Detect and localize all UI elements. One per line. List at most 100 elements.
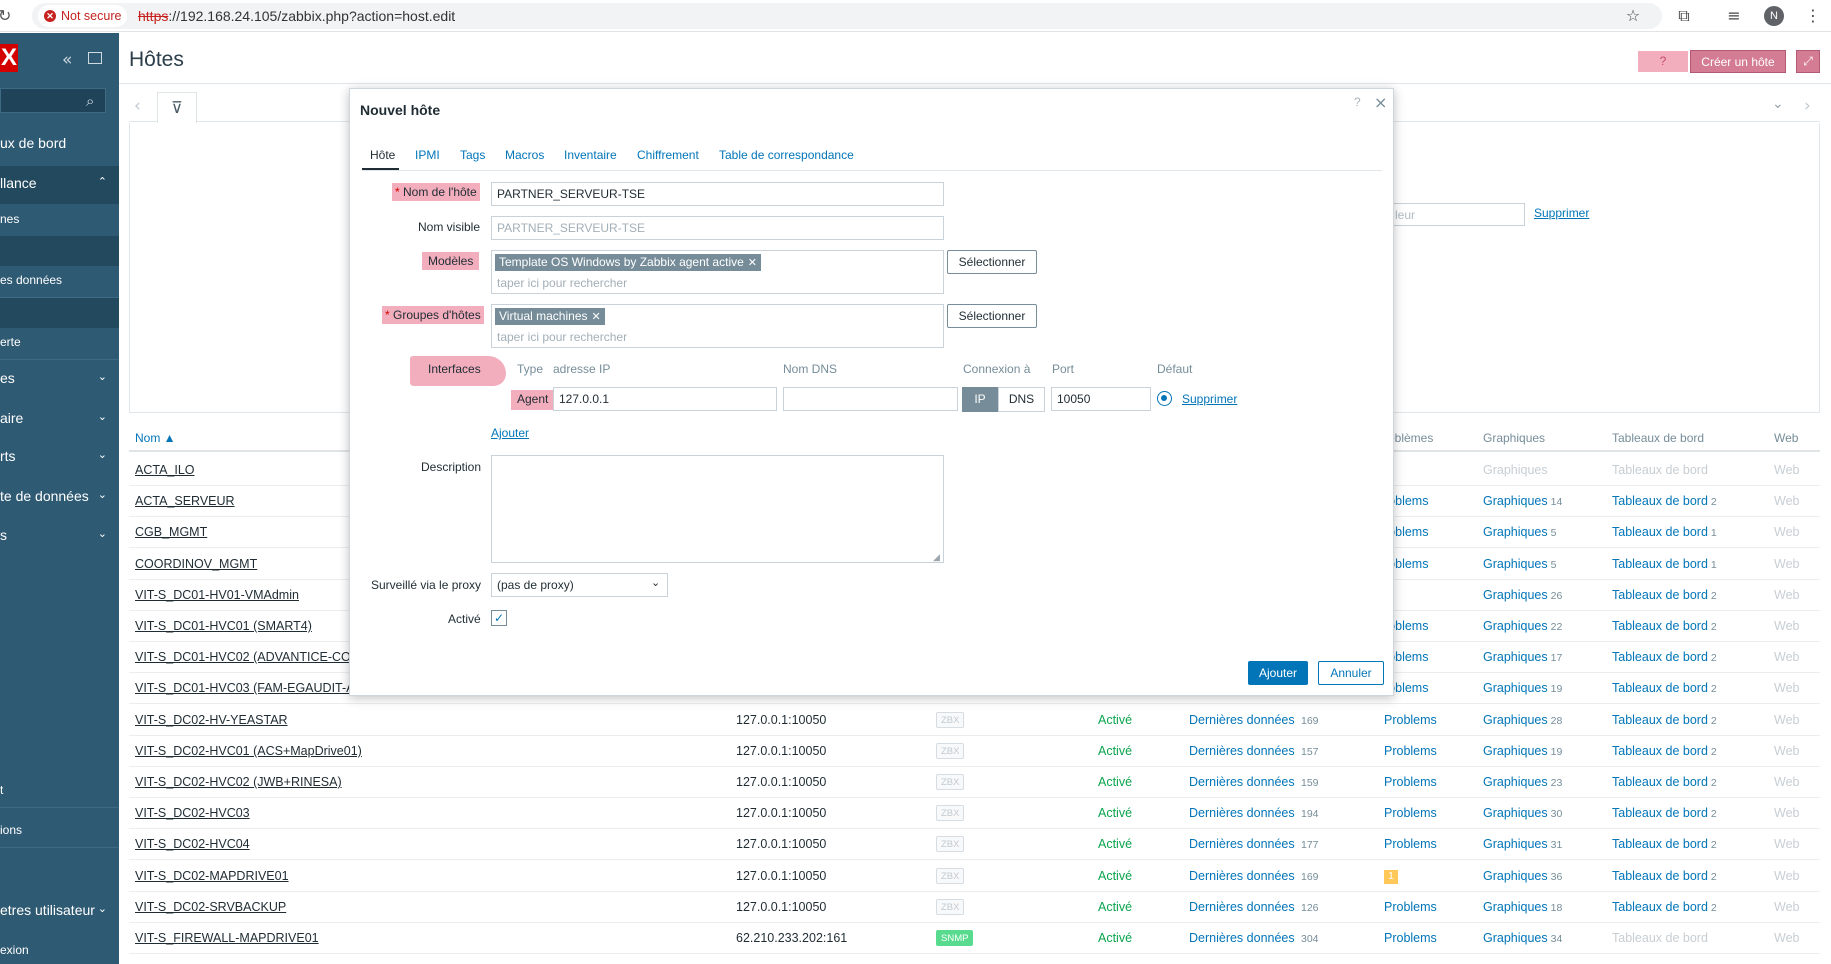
default-interface-radio[interactable] bbox=[1157, 391, 1172, 406]
latest-data-link[interactable]: Dernières données bbox=[1189, 931, 1295, 945]
sidebar-item-5[interactable] bbox=[0, 304, 119, 324]
host-name-link[interactable]: VIT-S_DC02-HVC01 (ACS+MapDrive01) bbox=[135, 744, 362, 758]
dashboards-link[interactable]: Tableaux de bord 2 bbox=[1612, 806, 1717, 820]
dashboards-link[interactable]: Tableaux de bord 2 bbox=[1612, 713, 1717, 727]
dashboards-link[interactable]: Tableaux de bord 2 bbox=[1612, 900, 1717, 914]
select-groups-button[interactable]: Sélectionner bbox=[947, 304, 1037, 328]
web-link[interactable]: Web bbox=[1774, 557, 1799, 571]
url-text[interactable]: https://192.168.24.105/zabbix.php?action… bbox=[138, 8, 455, 24]
dashboards-link[interactable]: Tableaux de bord 2 bbox=[1612, 681, 1717, 695]
chevron-icon[interactable]: ⌄ bbox=[98, 527, 107, 540]
sidebar-item-0[interactable]: ux de bord bbox=[0, 135, 119, 155]
problems-link[interactable]: Problems bbox=[1384, 806, 1437, 820]
sidebar-item-3[interactable] bbox=[0, 242, 119, 262]
dashboards-link[interactable]: Tableaux de bord 2 bbox=[1612, 588, 1717, 602]
tab-inventory[interactable]: Inventaire bbox=[564, 148, 617, 162]
security-indicator[interactable]: ✕ Not secure bbox=[38, 5, 128, 27]
tab-tags[interactable]: Tags bbox=[460, 148, 485, 162]
host-groups-multiselect[interactable]: Virtual machines ✕ taper ici pour recherc… bbox=[491, 304, 944, 348]
status-link[interactable]: Activé bbox=[1098, 900, 1132, 914]
graphs-link[interactable]: Graphiques 30 bbox=[1483, 806, 1562, 820]
host-name-link[interactable]: CGB_MGMT bbox=[135, 525, 207, 539]
chevron-icon[interactable]: ⌄ bbox=[98, 488, 107, 501]
latest-data-link[interactable]: Dernières données bbox=[1189, 713, 1295, 727]
problems-count-badge[interactable]: 1 bbox=[1384, 870, 1398, 884]
host-name-link[interactable]: VIT-S_DC02-HVC03 bbox=[135, 806, 250, 820]
select-templates-button[interactable]: Sélectionner bbox=[947, 250, 1037, 274]
web-link[interactable]: Web bbox=[1774, 775, 1799, 789]
visible-name-input[interactable]: PARTNER_SERVEUR-TSE bbox=[491, 216, 944, 240]
problems-link[interactable]: Problems bbox=[1384, 900, 1437, 914]
web-link[interactable]: Web bbox=[1774, 713, 1799, 727]
remove-chip-icon[interactable]: ✕ bbox=[748, 256, 757, 269]
host-name-link[interactable]: VIT-S_FIREWALL-MAPDRIVE01 bbox=[135, 931, 319, 945]
bookmark-star-icon[interactable]: ☆ bbox=[1622, 5, 1644, 27]
graphs-link[interactable]: Graphiques 19 bbox=[1483, 681, 1562, 695]
profile-avatar[interactable]: N bbox=[1764, 6, 1784, 26]
graphs-link[interactable]: Graphiques 34 bbox=[1483, 931, 1562, 945]
templates-search-placeholder[interactable]: taper ici pour rechercher bbox=[497, 276, 627, 290]
graphs-link[interactable]: Graphiques 5 bbox=[1483, 557, 1556, 571]
chevron-icon[interactable]: ⌄ bbox=[98, 448, 107, 461]
host-name-link[interactable]: COORDINOV_MGMT bbox=[135, 557, 257, 571]
status-link[interactable]: Activé bbox=[1098, 775, 1132, 789]
graphs-link[interactable]: Graphiques 19 bbox=[1483, 744, 1562, 758]
sidebar-item-7[interactable]: es ⌄ bbox=[0, 370, 119, 390]
dashboards-link[interactable]: Tableaux de bord 2 bbox=[1612, 494, 1717, 508]
host-name-link[interactable]: VIT-S_DC02-HV-YEASTAR bbox=[135, 713, 288, 727]
host-name-input[interactable]: PARTNER_SERVEUR-TSE bbox=[491, 182, 944, 206]
graphs-link[interactable]: Graphiques 28 bbox=[1483, 713, 1562, 727]
search-icon[interactable]: ⌕ bbox=[86, 92, 94, 110]
latest-data-link[interactable]: Dernières données bbox=[1189, 900, 1295, 914]
sidebar-item-14[interactable]: etres utilisateur ⌄ bbox=[0, 902, 119, 922]
status-link[interactable]: Activé bbox=[1098, 713, 1132, 727]
web-link[interactable]: Web bbox=[1774, 494, 1799, 508]
extensions-icon[interactable]: ⧉ bbox=[1673, 5, 1695, 27]
status-link[interactable]: Activé bbox=[1098, 806, 1132, 820]
graphs-link[interactable]: Graphiques 14 bbox=[1483, 494, 1562, 508]
tab-encryption[interactable]: Chiffrement bbox=[637, 148, 699, 162]
web-link[interactable]: Web bbox=[1774, 869, 1799, 883]
host-name-link[interactable]: VIT-S_DC02-HVC04 bbox=[135, 837, 250, 851]
sidebar-item-12[interactable]: t bbox=[0, 783, 119, 803]
filter-icon[interactable]: ⊽ bbox=[157, 92, 197, 123]
tab-value-mapping[interactable]: Table de correspondance bbox=[719, 148, 854, 162]
remove-interface-link[interactable]: Supprimer bbox=[1182, 392, 1237, 406]
help-button[interactable]: ? bbox=[1638, 51, 1688, 72]
connect-dns-toggle[interactable]: DNS bbox=[998, 387, 1045, 412]
fullscreen-icon[interactable]: ⤢ bbox=[1796, 50, 1820, 73]
problems-link[interactable]: Problems bbox=[1384, 744, 1437, 758]
host-name-link[interactable]: VIT-S_DC02-MAPDRIVE01 bbox=[135, 869, 289, 883]
host-name-link[interactable]: VIT-S_DC02-SRVBACKUP bbox=[135, 900, 286, 914]
chevron-icon[interactable]: ⌄ bbox=[98, 410, 107, 423]
host-name-link[interactable]: VIT-S_DC01-HV01-VMAdmin bbox=[135, 588, 299, 602]
sidebar-item-6[interactable]: erte bbox=[0, 335, 119, 355]
proxy-select[interactable]: (pas de proxy) bbox=[491, 573, 668, 597]
problems-link[interactable]: Problems bbox=[1384, 713, 1437, 727]
sidebar-item-13[interactable]: ions bbox=[0, 823, 119, 843]
column-header-name[interactable]: Nom ▲ bbox=[135, 431, 176, 445]
chevron-down-icon[interactable]: ⌄ bbox=[1772, 96, 1784, 112]
host-name-link[interactable]: ACTA_ILO bbox=[135, 463, 195, 477]
chevron-left-icon[interactable]: ‹ bbox=[134, 96, 141, 116]
dashboards-link[interactable]: Tableaux de bord 2 bbox=[1612, 650, 1717, 664]
chevron-down-icon[interactable]: ⌄ bbox=[651, 576, 660, 589]
web-link[interactable]: Web bbox=[1774, 806, 1799, 820]
chevron-right-icon[interactable]: › bbox=[1804, 96, 1811, 116]
graphs-link[interactable]: Graphiques 18 bbox=[1483, 900, 1562, 914]
remove-chip-icon[interactable]: ✕ bbox=[592, 310, 601, 323]
graphs-link[interactable]: Graphiques bbox=[1483, 463, 1551, 477]
status-link[interactable]: Activé bbox=[1098, 744, 1132, 758]
graphs-link[interactable]: Graphiques 36 bbox=[1483, 869, 1562, 883]
sidebar-item-8[interactable]: aire ⌄ bbox=[0, 410, 119, 430]
web-link[interactable]: Web bbox=[1774, 588, 1799, 602]
graphs-link[interactable]: Graphiques 26 bbox=[1483, 588, 1562, 602]
dashboards-link[interactable]: Tableaux de bord 2 bbox=[1612, 775, 1717, 789]
chevron-icon[interactable]: ⌃ bbox=[98, 175, 107, 188]
add-interface-link[interactable]: Ajouter bbox=[491, 426, 529, 440]
dashboards-link[interactable]: Tableaux de bord 2 bbox=[1612, 869, 1717, 883]
cancel-button[interactable]: Annuler bbox=[1318, 661, 1384, 685]
sidebar-item-1[interactable]: llance ⌃ bbox=[0, 175, 119, 205]
web-link[interactable]: Web bbox=[1774, 650, 1799, 664]
web-link[interactable]: Web bbox=[1774, 619, 1799, 633]
